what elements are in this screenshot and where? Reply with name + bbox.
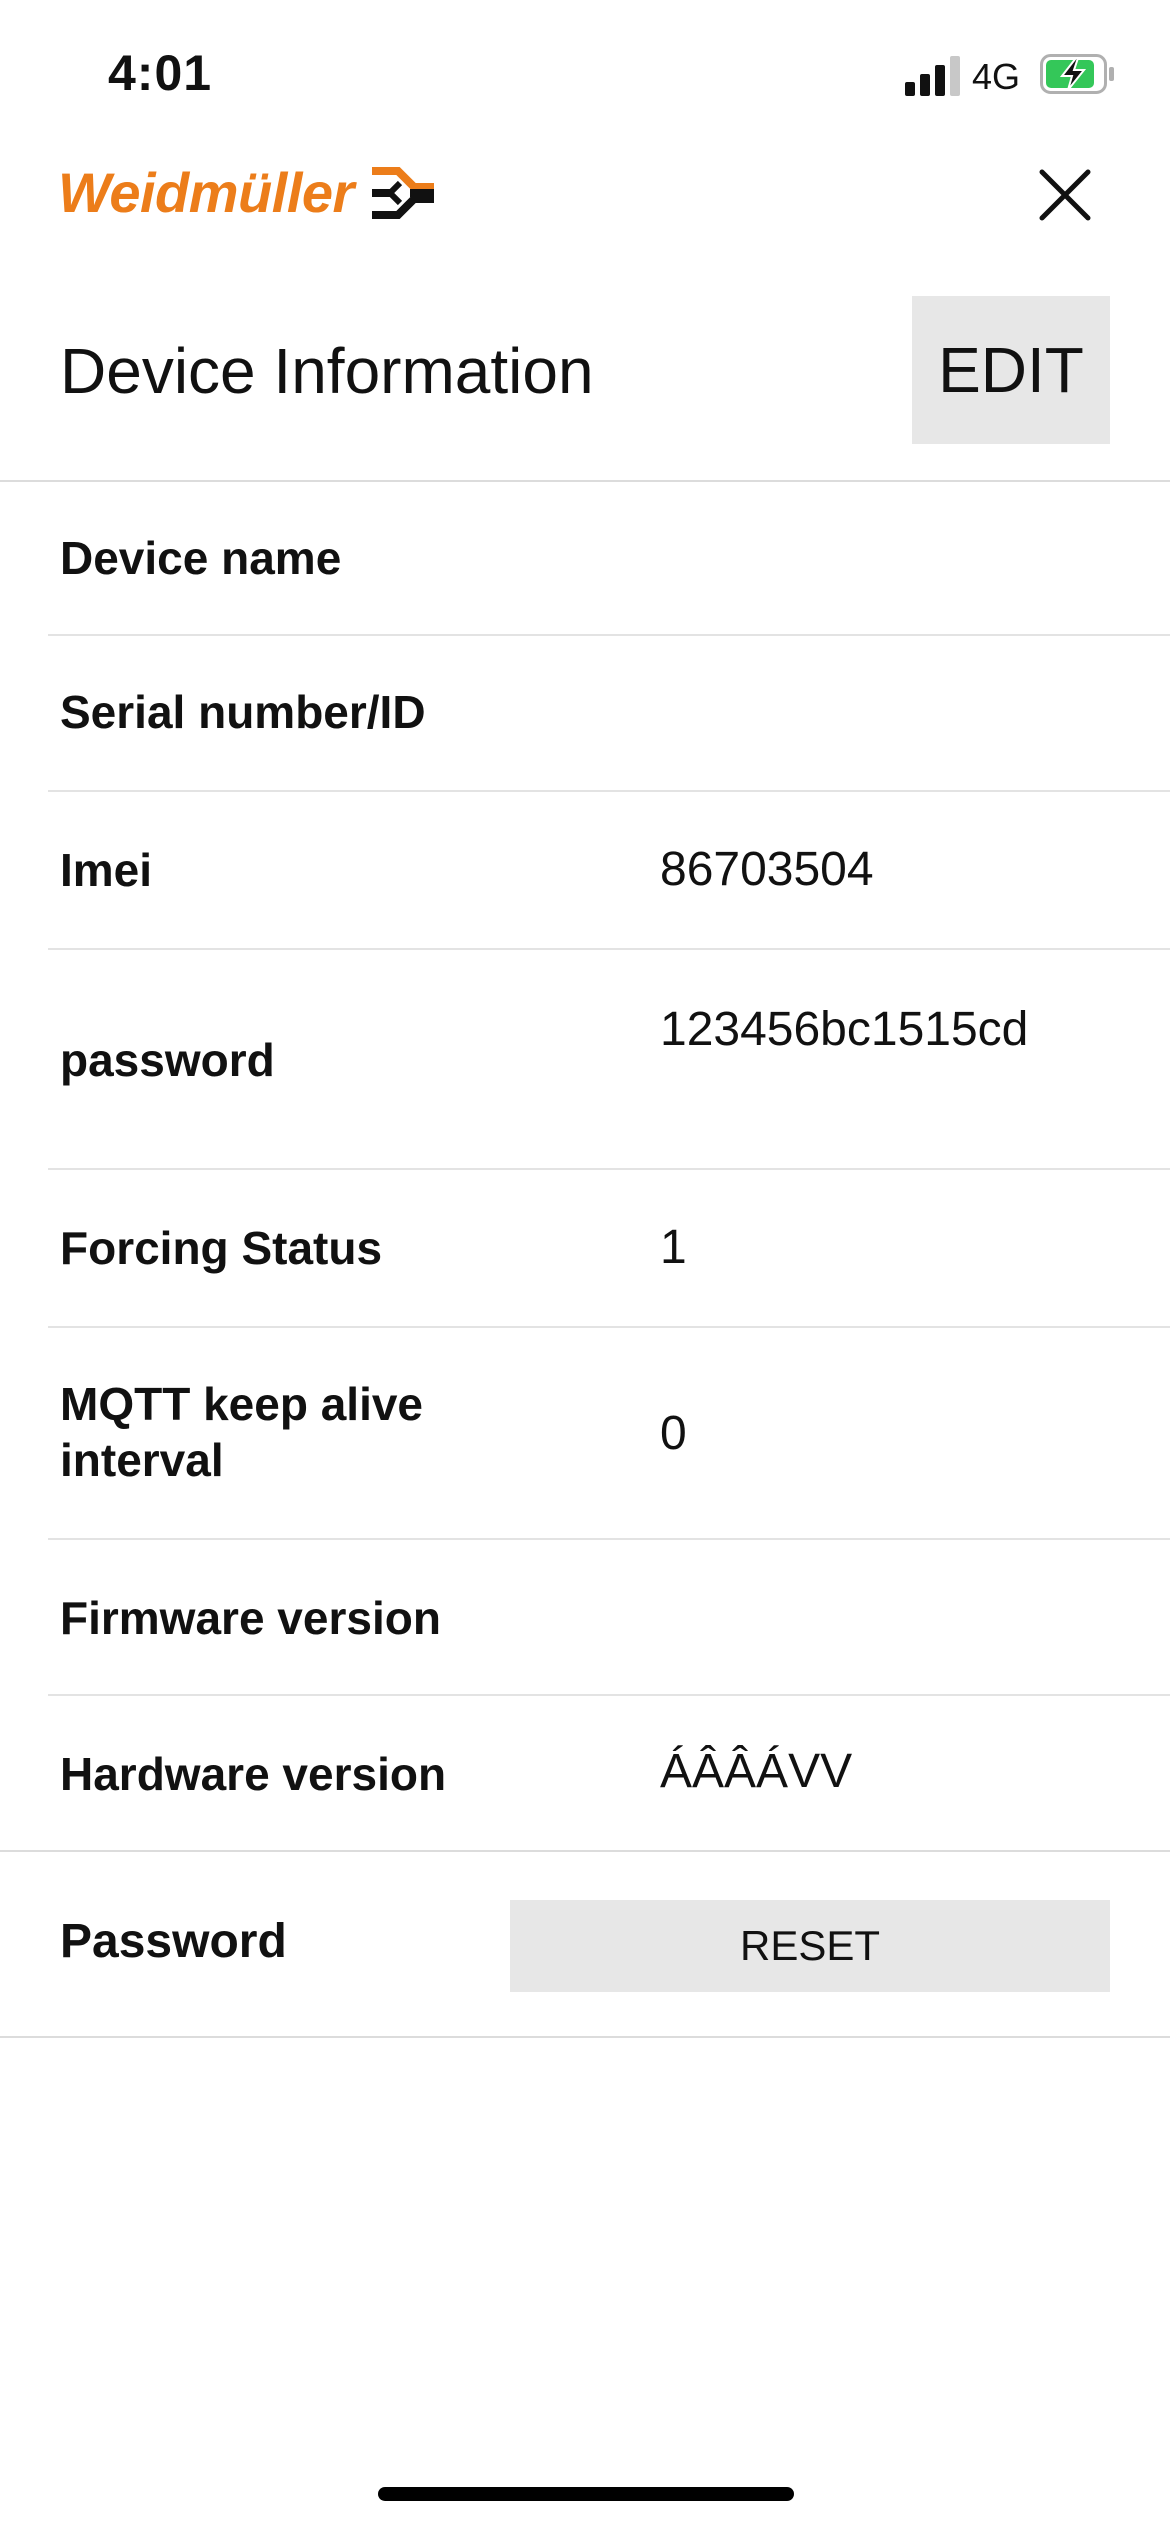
status-bar: 4:01 4G bbox=[0, 0, 1170, 140]
brand-name: Weidmüller bbox=[58, 161, 354, 224]
info-row-hardware-version: Hardware version ÁÂÂÁVV bbox=[48, 1696, 1170, 1852]
info-row-mqtt-keep-alive: MQTT keep alive interval 0 bbox=[48, 1328, 1170, 1540]
brand-logo: Weidmüller bbox=[58, 160, 436, 225]
close-icon[interactable] bbox=[1030, 160, 1100, 230]
info-label: Firmware version bbox=[60, 1592, 441, 1644]
reset-password-button[interactable]: RESET bbox=[510, 1900, 1110, 1992]
info-label: password bbox=[60, 1034, 275, 1086]
info-value: 123456bc1515cd bbox=[660, 1003, 1029, 1056]
app-header: Weidmüller bbox=[0, 140, 1170, 250]
info-row-firmware-version: Firmware version bbox=[48, 1540, 1170, 1696]
info-value: 0 bbox=[660, 1407, 687, 1460]
password-reset-row: Password RESET bbox=[0, 1852, 1170, 2038]
page-title: Device Information bbox=[60, 335, 594, 407]
info-row-forcing-status: Forcing Status 1 bbox=[48, 1170, 1170, 1328]
battery-charging-icon bbox=[1040, 54, 1114, 94]
info-label: Serial number/ID bbox=[60, 686, 426, 738]
network-type: 4G bbox=[972, 56, 1021, 97]
info-label: Hardware version bbox=[60, 1748, 447, 1800]
info-label: Imei bbox=[60, 844, 153, 896]
device-info-list: Device name Serial number/ID Imei 867035… bbox=[0, 482, 1170, 1852]
title-row: Device Information EDIT bbox=[0, 290, 1170, 482]
device-information-screen: 4:01 4G Weidmüller Device Information ED… bbox=[0, 0, 1170, 2532]
info-row-imei: Imei 86703504 bbox=[48, 792, 1170, 950]
edit-button[interactable]: EDIT bbox=[912, 296, 1110, 444]
info-label: Forcing Status bbox=[60, 1222, 383, 1274]
info-value: 1 bbox=[660, 1221, 687, 1274]
info-row-device-name: Device name bbox=[48, 482, 1170, 636]
info-row-serial-number: Serial number/ID bbox=[48, 636, 1170, 792]
signal-icon bbox=[905, 56, 960, 96]
info-row-password: password 123456bc1515cd bbox=[48, 950, 1170, 1170]
brand-mark-icon bbox=[371, 166, 434, 219]
status-time: 4:01 bbox=[108, 45, 213, 101]
home-indicator[interactable] bbox=[378, 2487, 794, 2501]
info-label: MQTT keep alive interval bbox=[60, 1378, 424, 1486]
info-value: 86703504 bbox=[660, 843, 874, 896]
info-label: Device name bbox=[60, 532, 342, 584]
password-reset-label: Password bbox=[60, 1915, 287, 1968]
info-value: ÁÂÂÁVV bbox=[660, 1745, 853, 1798]
